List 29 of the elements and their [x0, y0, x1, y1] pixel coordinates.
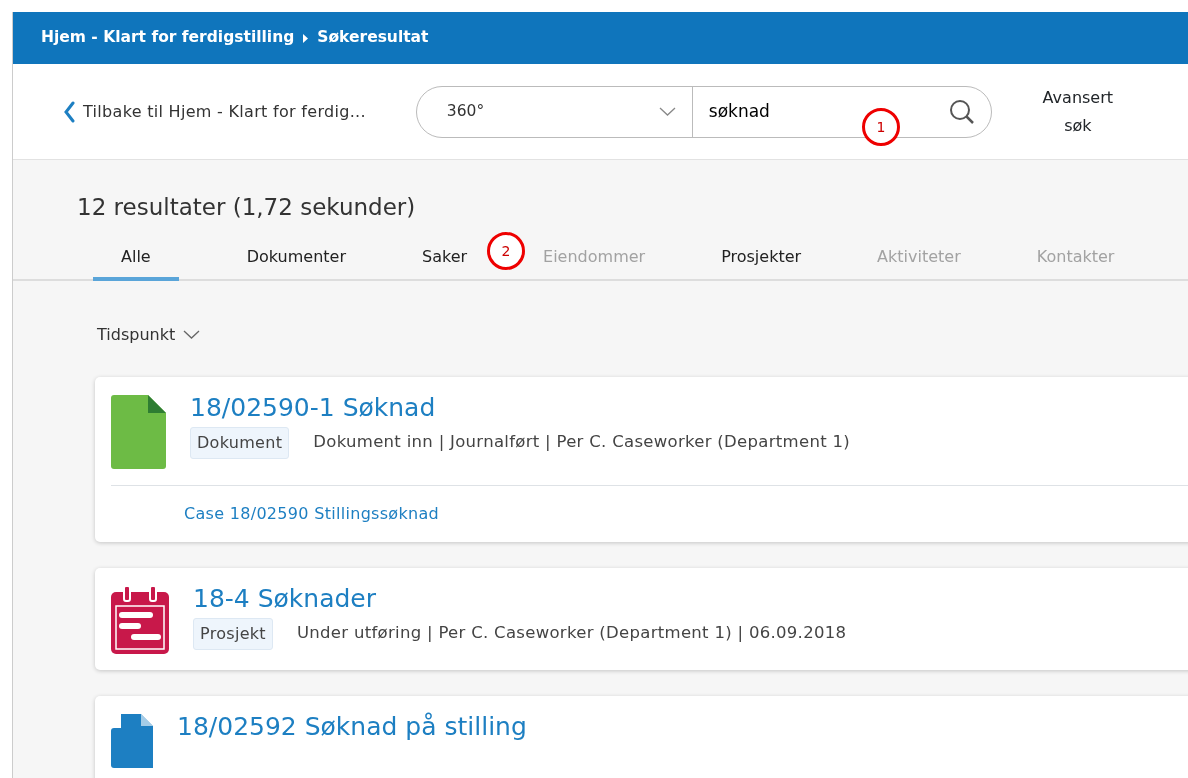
breadcrumb-item[interactable]: Hjem - Klart for ferdigstilling [41, 26, 295, 50]
chevron-right-icon [302, 32, 310, 44]
sort-dropdown[interactable]: Tidspunkt [97, 322, 201, 347]
result-meta: Under utføring | Per C. Caseworker (Department 1) | 06.09.2018 [296, 622, 847, 645]
tab[interactable]: Saker [414, 238, 476, 281]
back-link[interactable]: Tilbake til Hjem - Klart for ferdig... [63, 99, 366, 124]
result-title-link[interactable]: 18/02590-1 Søknad [190, 392, 851, 423]
search-icon [948, 98, 975, 125]
type-tag: Dokument [190, 426, 290, 459]
tab[interactable]: Alle [93, 238, 179, 281]
tab[interactable]: Prosjekter [713, 238, 810, 281]
results-summary: 12 resultater (1,72 sekunder) [77, 193, 417, 222]
advanced-search-link[interactable]: Avansert søk [1027, 84, 1128, 139]
caret-icon [658, 106, 676, 117]
annotation-marker: 2 [487, 232, 525, 270]
tab[interactable]: Dokumenter [238, 238, 354, 281]
search-button[interactable] [948, 98, 975, 125]
document-icon [111, 394, 166, 469]
result-meta: Dokument inn | Journalført | Per C. Caseworker (Department 1) [313, 431, 851, 454]
type-tag: Prosjekt [193, 617, 273, 650]
calendar-icon [111, 585, 169, 654]
caret-icon [183, 329, 201, 340]
scope-dropdown[interactable]: 360° [416, 86, 693, 137]
result-title-link[interactable]: 18/02592 Søknad på stilling [177, 711, 527, 742]
breadcrumb-item[interactable]: Søkeresultat [317, 26, 429, 50]
case-link[interactable]: Case 18/02590 Stillingssøknad [184, 503, 439, 523]
back-chevron-icon [63, 100, 75, 123]
documents-icon [111, 713, 153, 768]
result-title-link[interactable]: 18-4 Søknader [193, 583, 847, 614]
